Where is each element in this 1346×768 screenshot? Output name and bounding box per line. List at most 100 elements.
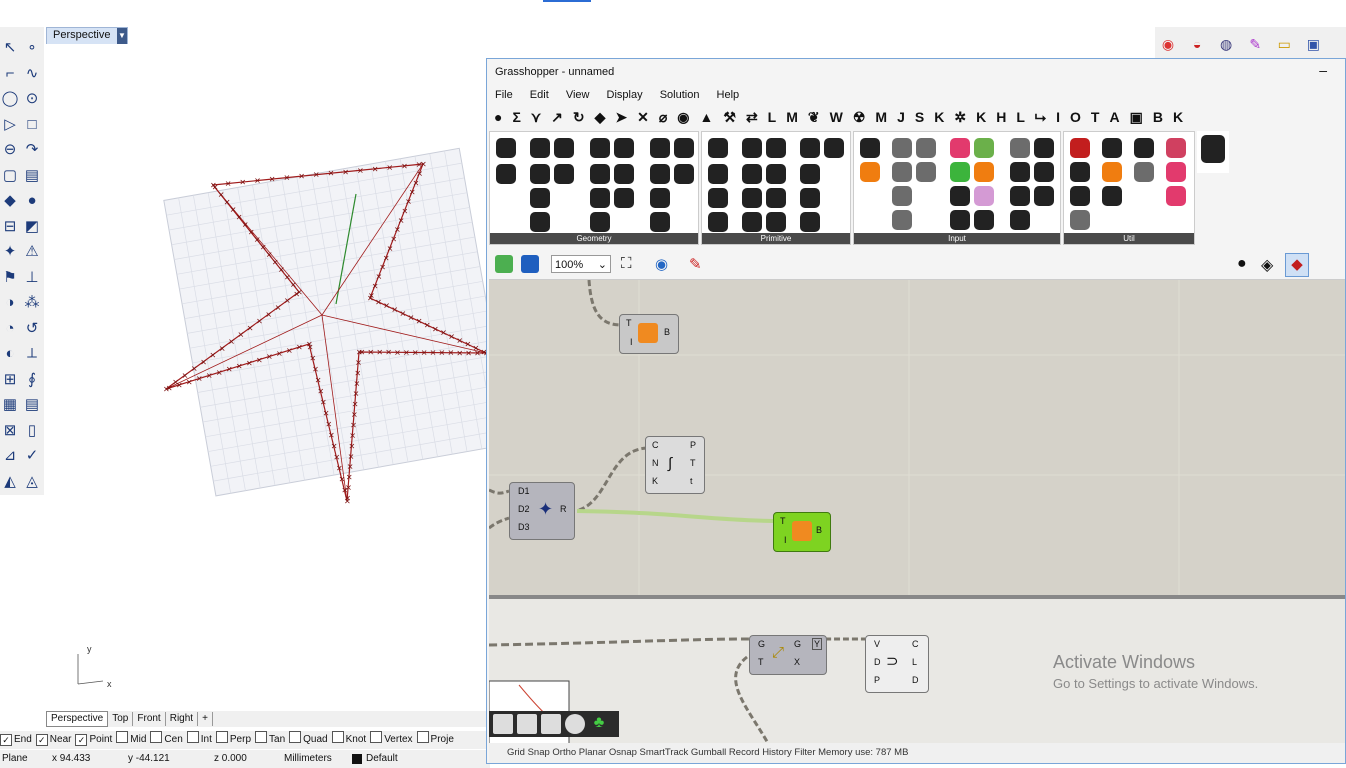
component-icon[interactable] (496, 138, 516, 158)
osnap-tan[interactable]: Tan (255, 731, 285, 749)
component-icon[interactable] (974, 138, 994, 158)
component-icon[interactable] (860, 162, 880, 182)
rhino-tool-icon[interactable]: ⚠ (22, 239, 42, 265)
perspective-viewport[interactable]: ✕ ✕ ✕ ✕ ✕ ✕ ✕ ✕ ✕ ✕ ✕ ✕ ✕ ✕ ✕ ✕ ✕ ✕ ✕ ✕ ✕ ✕ ✕ ✕ ✕ ✕ ✕ ✕ ✕ ✕ ✕ ✕ ✕ ✕ ✕ ✕ ✕ ✕ ✕ ✕… (46, 44, 512, 712)
render-icon[interactable]: ◒ (1187, 34, 1207, 54)
component-icon[interactable] (800, 164, 820, 184)
save-file-icon[interactable] (521, 255, 539, 273)
osnap-knot[interactable]: Knot (331, 731, 366, 749)
checkbox[interactable] (331, 731, 344, 743)
rhino-tool-icon[interactable]: ◐ (0, 341, 20, 367)
window-icon[interactable]: ▣ (1303, 34, 1323, 54)
component-icon[interactable] (766, 164, 786, 184)
osnap-mid[interactable]: Mid (116, 731, 146, 749)
component-icon[interactable] (530, 138, 550, 158)
component-tab[interactable]: ✕ (637, 109, 649, 126)
osnap-cen[interactable]: Cen (150, 731, 183, 749)
checkbox[interactable] (289, 731, 302, 743)
units-label[interactable]: Millimeters (284, 753, 332, 764)
rhino-tool-icon[interactable]: ∘ (22, 35, 42, 61)
component-icon[interactable] (590, 212, 610, 232)
component-tab[interactable]: ↗ (551, 109, 563, 126)
rhino-tool-icon[interactable]: ◑ (0, 290, 20, 316)
checkbox[interactable] (150, 731, 163, 743)
checkbox[interactable]: ✓ (75, 734, 88, 746)
component-icon[interactable] (1166, 162, 1186, 182)
cplane-label[interactable]: Plane (2, 753, 28, 764)
open-file-icon[interactable] (495, 255, 513, 273)
component-icon[interactable] (800, 188, 820, 208)
checkbox[interactable] (116, 731, 129, 743)
component-tab[interactable]: ↻ (573, 109, 585, 126)
component-icon[interactable] (950, 138, 970, 158)
rhino-tool-icon[interactable]: ▦ (0, 392, 20, 418)
component-tab[interactable]: ⚒ (723, 109, 736, 126)
arc-component[interactable]: V D P ⊃ C L D (865, 635, 929, 693)
component-tab[interactable]: ⇄ (746, 109, 758, 126)
rhino-tool-icon[interactable]: ▤ (22, 392, 42, 418)
component-icon[interactable] (1034, 162, 1054, 182)
rhino-tool-icon[interactable]: ◩ (22, 214, 42, 240)
osnap-int[interactable]: Int (186, 731, 212, 749)
component-tab[interactable]: ▲ (700, 109, 714, 125)
tab-perspective[interactable]: Perspective (46, 711, 109, 727)
osnap-end[interactable]: ✓ End (0, 731, 32, 749)
component-icon[interactable] (974, 210, 994, 230)
rhino-tool-icon[interactable]: ⊞ (0, 367, 20, 393)
rhino-tool-icon[interactable]: ▷ (0, 112, 20, 138)
component-icon[interactable] (530, 188, 550, 208)
component-tab[interactable]: ✲ (954, 109, 966, 126)
component-icon[interactable] (1070, 186, 1090, 206)
rhino-tool-icon[interactable]: ∮ (22, 367, 42, 393)
component-icon[interactable] (892, 162, 912, 182)
rhino-tool-icon[interactable]: ✓ (22, 443, 42, 469)
color-wheel-icon[interactable]: ◉ (1158, 34, 1178, 54)
rhino-tool-icon[interactable]: ✦ (0, 239, 20, 265)
component-icon[interactable] (860, 138, 880, 158)
pen-icon[interactable]: ✎ (1245, 34, 1265, 54)
component-icon[interactable] (554, 164, 574, 184)
paw-icon[interactable] (1201, 135, 1225, 163)
rhino-tool-icon[interactable]: ⚑ (0, 265, 20, 291)
component-icon[interactable] (650, 188, 670, 208)
component-icon[interactable] (950, 186, 970, 206)
component-tab[interactable]: ⮡ (1035, 109, 1046, 126)
component-icon[interactable] (590, 164, 610, 184)
component-tab[interactable]: ❦ (808, 109, 820, 126)
zoom-extents-icon[interactable]: ⛶ (621, 255, 632, 272)
rhino-tool-icon[interactable]: ◬ (22, 469, 42, 495)
component-icon[interactable] (1070, 210, 1090, 230)
viewport-menu-arrow-icon[interactable]: ▼ (117, 28, 127, 44)
component-icon[interactable] (1102, 186, 1122, 206)
rhino-tool-icon[interactable]: ⊠ (0, 418, 20, 444)
component-icon[interactable] (1070, 138, 1090, 158)
component-tab[interactable]: L (768, 109, 777, 125)
component-icon[interactable] (892, 210, 912, 230)
component-tab[interactable]: K (1173, 109, 1183, 125)
folder-icon[interactable]: ▭ (1274, 34, 1294, 54)
component-icon[interactable] (650, 138, 670, 158)
component-tab[interactable]: ◉ (677, 109, 689, 126)
rhino-tool-icon[interactable]: ⊙ (22, 86, 42, 112)
component-icon[interactable] (614, 188, 634, 208)
rhino-tool-icon[interactable]: ↺ (22, 316, 42, 342)
component-tab[interactable]: ⋎ (531, 109, 541, 126)
checkbox[interactable]: ✓ (0, 734, 12, 746)
zoom-level-select[interactable]: 100% ⌄ (551, 255, 611, 273)
component-icon[interactable] (950, 162, 970, 182)
point-component[interactable]: D1 D2 D3 ✦ R (509, 482, 575, 540)
component-icon[interactable] (530, 164, 550, 184)
component-icon[interactable] (554, 138, 574, 158)
component-icon[interactable] (650, 164, 670, 184)
component-icon[interactable] (824, 138, 844, 158)
component-tab[interactable]: I (1056, 109, 1060, 125)
component-icon[interactable] (800, 138, 820, 158)
checkbox[interactable] (370, 731, 383, 743)
component-icon[interactable] (1134, 162, 1154, 182)
component-icon[interactable] (1102, 162, 1122, 182)
component-tab[interactable]: A (1109, 109, 1119, 125)
component-icon[interactable] (1010, 210, 1030, 230)
material-icon[interactable]: ◍ (1216, 34, 1236, 54)
checkbox[interactable]: ✓ (35, 734, 48, 746)
component-icon[interactable] (614, 138, 634, 158)
